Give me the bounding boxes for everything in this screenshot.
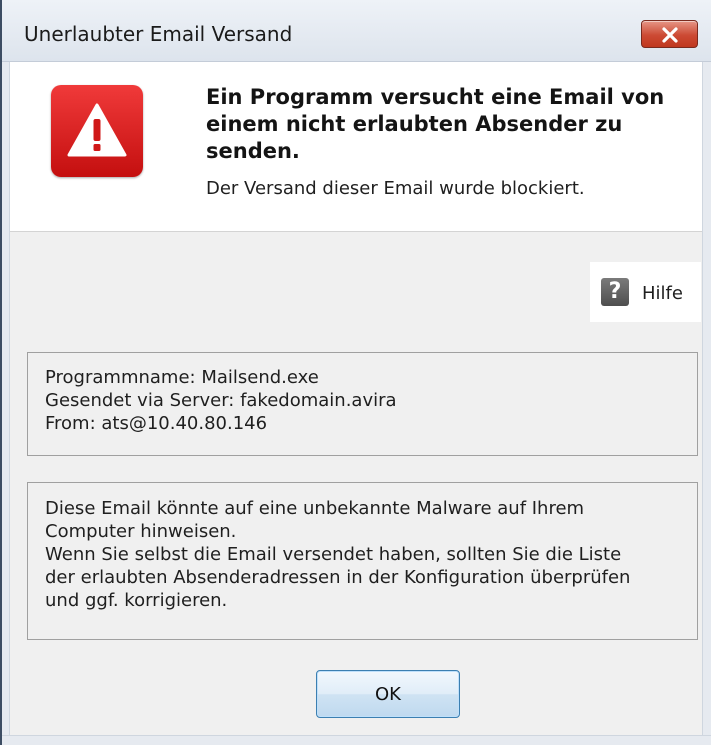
dialog-window: Unerlaubter Email Versand Ein Programm v…	[0, 0, 711, 745]
headline-line: Ein Programm versucht eine Email von	[206, 85, 665, 109]
server-line: Gesendet via Server: fakedomain.avira	[45, 390, 397, 411]
close-button[interactable]	[641, 20, 698, 48]
warning-triangle-icon	[51, 85, 143, 177]
title-bar[interactable]: Unerlaubter Email Versand	[0, 0, 711, 62]
window-edge	[0, 0, 2, 745]
blocked-message: Der Versand dieser Email wurde blockiert…	[206, 178, 585, 199]
window-frame-right	[702, 0, 711, 745]
headline: Ein Programm versucht eine Email von ein…	[206, 84, 676, 165]
notice-line: der erlaubten Absenderadressen in der Ko…	[45, 567, 631, 588]
notice-line: Computer hinweisen.	[45, 521, 237, 542]
program-name-line: Programmname: Mailsend.exe	[45, 367, 319, 388]
notice-line: Diese Email könnte auf eine unbekannte M…	[45, 498, 585, 519]
close-icon	[662, 27, 678, 43]
help-label: Hilfe	[642, 283, 683, 304]
headline-line: senden.	[206, 139, 300, 163]
window-frame-bottom	[0, 735, 711, 745]
help-link[interactable]: ? Hilfe	[590, 262, 701, 322]
headline-line: einem nicht erlaubten Absender zu	[206, 112, 623, 136]
header-panel: Ein Programm versucht eine Email von ein…	[10, 62, 702, 232]
ok-button[interactable]: OK	[316, 670, 460, 718]
notice-line: Wenn Sie selbst die Email versendet habe…	[45, 544, 622, 565]
details-box: Programmname: Mailsend.exe Gesendet via …	[27, 352, 698, 456]
notice-line: und ggf. korrigieren.	[45, 590, 228, 611]
window-title: Unerlaubter Email Versand	[24, 22, 293, 46]
from-line: From: ats@10.40.80.146	[45, 413, 268, 434]
notice-box: Diese Email könnte auf eine unbekannte M…	[27, 482, 698, 640]
question-icon: ?	[601, 278, 629, 306]
